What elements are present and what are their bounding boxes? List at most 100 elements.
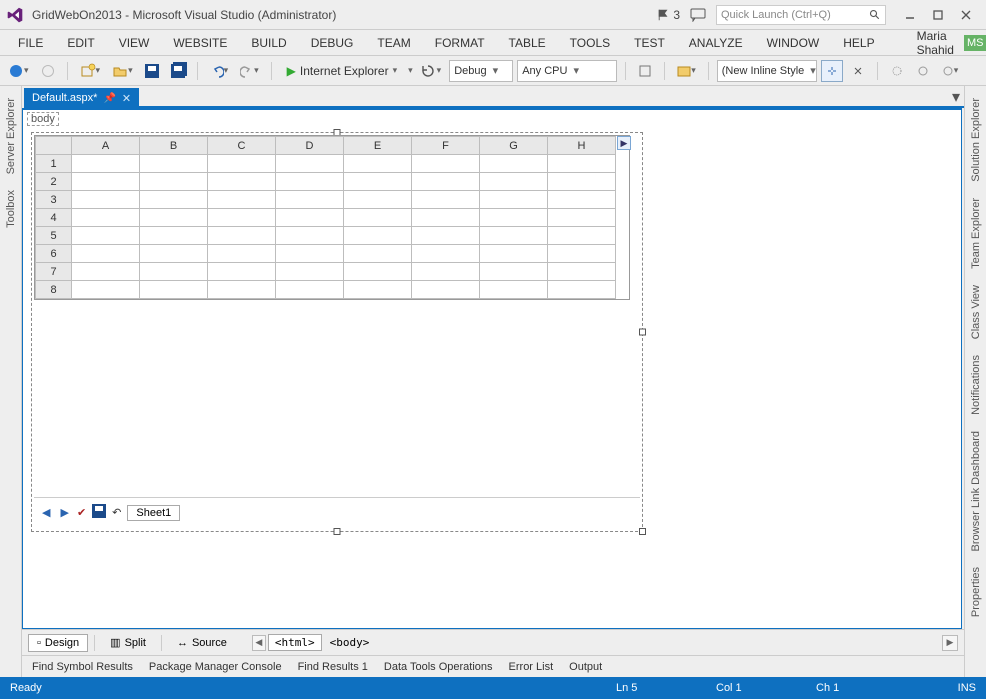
submit-button[interactable]: ✔ xyxy=(77,506,86,519)
grid-cell[interactable] xyxy=(480,173,548,191)
grid-cell[interactable] xyxy=(72,281,140,299)
grid-cell[interactable] xyxy=(480,227,548,245)
user-initials-badge[interactable]: MS xyxy=(964,35,986,51)
menu-view[interactable]: VIEW xyxy=(107,33,162,53)
grid-cell[interactable] xyxy=(412,245,480,263)
grid-cell[interactable] xyxy=(72,209,140,227)
row-header[interactable]: 3 xyxy=(36,191,72,209)
grid-cell[interactable] xyxy=(480,191,548,209)
undo-button[interactable]: ▾ xyxy=(206,60,233,82)
grid-cell[interactable] xyxy=(548,263,616,281)
grid-cell[interactable] xyxy=(140,209,208,227)
grid-cell[interactable] xyxy=(412,191,480,209)
nav-fwd-button[interactable] xyxy=(37,60,59,82)
breadcrumb-prev[interactable]: ◀ xyxy=(252,635,266,651)
menu-analyze[interactable]: ANALYZE xyxy=(677,33,755,53)
grid-cell[interactable] xyxy=(412,281,480,299)
grid-cell[interactable] xyxy=(480,245,548,263)
view-source-tab[interactable]: ↔ Source xyxy=(168,634,236,652)
gridweb-control[interactable]: ▶ A B C D E F G H xyxy=(34,135,630,300)
grid-cell[interactable] xyxy=(548,173,616,191)
solution-explorer-tab[interactable]: Solution Explorer xyxy=(968,92,984,188)
grid-cell[interactable] xyxy=(548,245,616,263)
grid-cell[interactable] xyxy=(480,209,548,227)
notifications-flag[interactable]: 3 xyxy=(657,8,680,22)
grid-cell[interactable] xyxy=(140,227,208,245)
grid-cell[interactable] xyxy=(412,227,480,245)
server-explorer-tab[interactable]: Server Explorer xyxy=(3,92,19,180)
breadcrumb-body[interactable]: <body> xyxy=(324,635,376,650)
menu-table[interactable]: TABLE xyxy=(497,33,558,53)
grid-cell[interactable] xyxy=(276,245,344,263)
menu-file[interactable]: FILE xyxy=(6,33,55,53)
grid-cell[interactable] xyxy=(72,173,140,191)
undo-grid-button[interactable]: ↶ xyxy=(112,506,121,519)
menu-website[interactable]: WEBSITE xyxy=(161,33,239,53)
ext2-button[interactable] xyxy=(912,60,934,82)
grid-cell[interactable] xyxy=(344,245,412,263)
row-header[interactable]: 2 xyxy=(36,173,72,191)
col-header[interactable]: C xyxy=(208,137,276,155)
grid-cell[interactable] xyxy=(548,191,616,209)
grid-cell[interactable] xyxy=(276,191,344,209)
grid-cell[interactable] xyxy=(208,281,276,299)
grid-cell[interactable] xyxy=(344,173,412,191)
grid-cell[interactable] xyxy=(208,155,276,173)
signed-in-user[interactable]: Maria Shahid xyxy=(911,29,960,57)
solution-config-dropdown[interactable]: Debug▾ xyxy=(449,60,513,82)
grid-cell[interactable] xyxy=(208,227,276,245)
start-debug-button[interactable]: ▶ Internet Explorer ▾ xyxy=(280,60,404,82)
grid-cell[interactable] xyxy=(208,245,276,263)
grid-cell[interactable] xyxy=(276,263,344,281)
grid-cell[interactable] xyxy=(140,263,208,281)
close-button[interactable] xyxy=(952,4,980,26)
grid-cell[interactable] xyxy=(276,209,344,227)
grid-cell[interactable] xyxy=(480,281,548,299)
row-header[interactable]: 7 xyxy=(36,263,72,281)
grid-cell[interactable] xyxy=(344,191,412,209)
grid-cell[interactable] xyxy=(276,227,344,245)
grid-cell[interactable] xyxy=(480,263,548,281)
ext1-button[interactable] xyxy=(886,60,908,82)
save-grid-button[interactable] xyxy=(92,504,106,521)
col-header[interactable]: D xyxy=(276,137,344,155)
grid-cell[interactable] xyxy=(208,173,276,191)
css-button[interactable]: ▾ xyxy=(673,60,700,82)
page-next-button[interactable]: ▶ xyxy=(58,506,70,519)
properties-tab[interactable]: Properties xyxy=(968,561,984,623)
nav-back-button[interactable]: ▾ xyxy=(6,60,33,82)
feedback-icon[interactable] xyxy=(690,8,706,22)
class-view-tab[interactable]: Class View xyxy=(968,279,984,345)
grid-cell[interactable] xyxy=(208,209,276,227)
ext3-button[interactable]: ▾ xyxy=(938,60,963,82)
team-explorer-tab[interactable]: Team Explorer xyxy=(968,192,984,275)
col-header[interactable]: E xyxy=(344,137,412,155)
grid-cell[interactable] xyxy=(72,263,140,281)
grid-cell[interactable] xyxy=(140,173,208,191)
view-split-tab[interactable]: ▥ Split xyxy=(101,633,155,652)
toolbox-tab[interactable]: Toolbox xyxy=(3,184,19,234)
open-file-button[interactable]: ▾ xyxy=(108,60,137,82)
grid-cell[interactable] xyxy=(548,155,616,173)
grid-cell[interactable] xyxy=(412,173,480,191)
close-tab-icon[interactable]: ✕ xyxy=(122,92,131,105)
menu-tools[interactable]: TOOLS xyxy=(558,33,622,53)
col-header[interactable]: A xyxy=(72,137,140,155)
maximize-button[interactable] xyxy=(924,4,952,26)
menu-debug[interactable]: DEBUG xyxy=(299,33,366,53)
col-header[interactable]: H xyxy=(548,137,616,155)
grid-cell[interactable] xyxy=(344,281,412,299)
pin-icon[interactable]: 📌 xyxy=(103,93,115,104)
smart-tag-button[interactable]: ▶ xyxy=(617,136,631,150)
grid-cell[interactable] xyxy=(208,263,276,281)
design-surface[interactable]: body ▶ A B C D E xyxy=(22,108,962,629)
tab-output[interactable]: Output xyxy=(569,661,602,673)
grid-cell[interactable] xyxy=(548,227,616,245)
row-header[interactable]: 6 xyxy=(36,245,72,263)
row-header[interactable]: 8 xyxy=(36,281,72,299)
grid-cell[interactable] xyxy=(344,155,412,173)
menu-edit[interactable]: EDIT xyxy=(55,33,106,53)
grid-cell[interactable] xyxy=(140,281,208,299)
col-header[interactable]: B xyxy=(140,137,208,155)
save-button[interactable] xyxy=(141,60,163,82)
